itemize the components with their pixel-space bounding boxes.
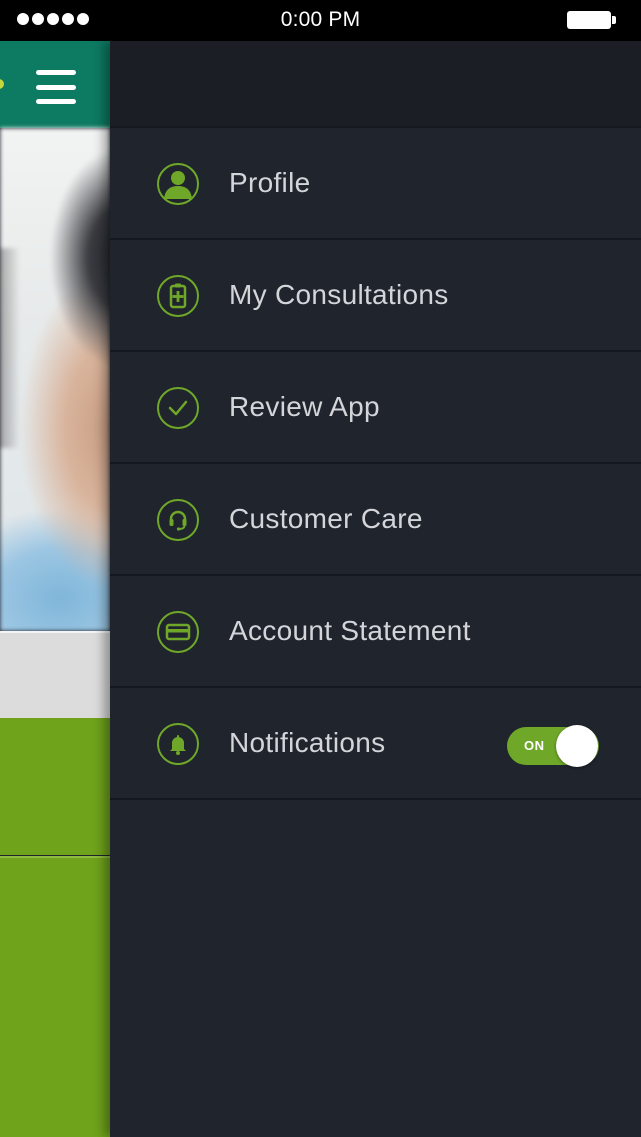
menu-item-account-statement[interactable]: Account Statement	[110, 576, 641, 688]
hamburger-icon[interactable]	[36, 70, 76, 104]
menu-item-label: Customer Care	[229, 503, 423, 534]
phone-screen: 0:00 PM Profile My Consultations Review …	[0, 0, 641, 1137]
status-bar: 0:00 PM	[0, 0, 641, 41]
hero-photo	[0, 128, 110, 631]
medical-clipboard-icon	[157, 275, 199, 317]
app-header	[0, 41, 110, 128]
status-time: 0:00 PM	[280, 8, 361, 31]
battery-icon	[567, 11, 616, 29]
credit-card-icon	[157, 611, 199, 653]
toggle-state-label: ON	[524, 738, 545, 753]
menu-item-label: Notifications	[229, 727, 386, 758]
menu-item-label: Profile	[229, 167, 311, 198]
green-tile[interactable]	[0, 856, 110, 1137]
navigation-drawer: Profile My Consultations Review App Cust…	[110, 41, 641, 1137]
background-app	[0, 41, 110, 1137]
drawer-header	[110, 41, 641, 128]
notifications-toggle[interactable]: ON	[507, 725, 599, 767]
menu-item-label: Review App	[229, 391, 380, 422]
headset-icon	[157, 499, 199, 541]
menu-item-customer-care[interactable]: Customer Care	[110, 464, 641, 576]
person-icon	[157, 163, 199, 205]
bell-icon	[157, 723, 199, 765]
gray-panel	[0, 631, 110, 718]
menu-item-my-consultations[interactable]: My Consultations	[110, 240, 641, 352]
menu-item-notifications[interactable]: Notifications ON	[110, 688, 641, 800]
menu-item-label: My Consultations	[229, 279, 449, 310]
menu-item-profile[interactable]: Profile	[110, 128, 641, 240]
toggle-knob[interactable]	[556, 725, 598, 767]
checkmark-icon	[157, 387, 199, 429]
menu-item-label: Account Statement	[229, 615, 471, 646]
menu-item-review-app[interactable]: Review App	[110, 352, 641, 464]
green-tile[interactable]	[0, 718, 110, 855]
logo-fragment	[0, 79, 4, 89]
